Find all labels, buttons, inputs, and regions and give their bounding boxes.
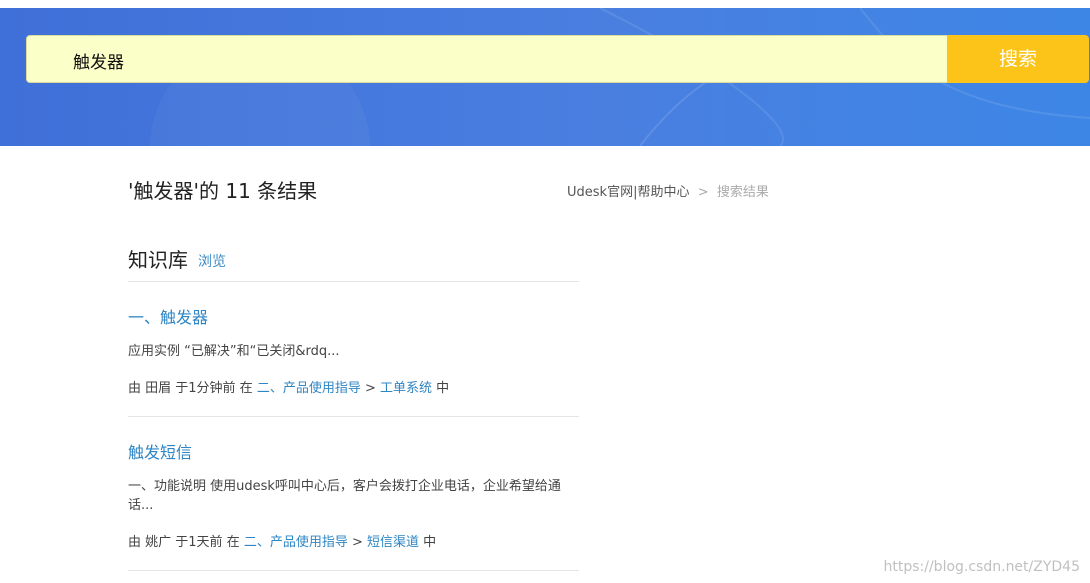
divider <box>128 281 579 282</box>
breadcrumb-separator: > <box>697 185 709 200</box>
result-title-link[interactable]: 一、触发器 <box>128 304 208 328</box>
result-meta-arrow: > <box>364 381 376 396</box>
result-meta-suffix: 中 <box>436 381 450 396</box>
divider <box>128 570 579 571</box>
result-title-link[interactable]: 触发短信 <box>128 439 192 463</box>
result-category-link[interactable]: 二、产品使用指导 <box>244 535 348 550</box>
browse-link[interactable]: 浏览 <box>198 251 226 271</box>
result-category-link[interactable]: 二、产品使用指导 <box>257 381 361 396</box>
result-meta-prefix: 由 田眉 于1分钟前 在 <box>128 381 253 396</box>
search-box <box>26 35 948 84</box>
search-banner: 搜索 <box>0 8 1090 146</box>
result-subcategory-link[interactable]: 工单系统 <box>380 381 432 396</box>
result-meta-suffix: 中 <box>423 535 437 550</box>
result-meta: 由 田眉 于1分钟前 在 二、产品使用指导 > 工单系统 中 <box>128 377 449 396</box>
search-button[interactable]: 搜索 <box>947 35 1089 83</box>
result-meta-prefix: 由 姚广 于1天前 在 <box>128 535 240 550</box>
result-snippet: 一、功能说明 使用udesk呼叫中心后，客户会拨打企业电话，企业希望给通话... <box>128 479 561 513</box>
result-subcategory-link[interactable]: 短信渠道 <box>367 535 419 550</box>
breadcrumb-current: 搜索结果 <box>716 185 769 200</box>
result-meta-arrow: > <box>351 535 363 550</box>
watermark: https://blog.csdn.net/ZYD45 <box>883 559 1081 575</box>
section-title: 知识库 <box>128 248 188 272</box>
breadcrumb: Udesk官网|帮助中心 > 搜索结果 <box>567 181 769 200</box>
divider <box>128 416 579 417</box>
search-input[interactable] <box>71 36 935 84</box>
result-meta: 由 姚广 于1天前 在 二、产品使用指导 > 短信渠道 中 <box>128 531 436 550</box>
result-snippet: 应用实例 “已解决”和“已关闭&rdq... <box>128 344 340 359</box>
breadcrumb-home-link[interactable]: Udesk官网|帮助中心 <box>567 185 689 200</box>
results-title: '触发器'的 11 条结果 <box>128 179 318 203</box>
